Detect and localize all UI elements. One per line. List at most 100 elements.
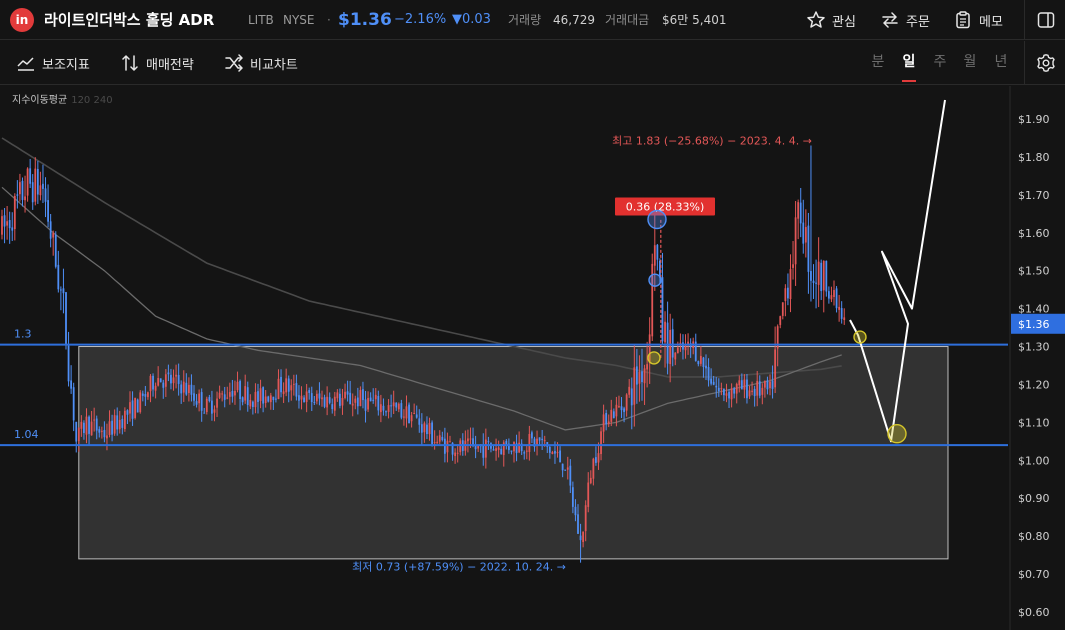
- period-week[interactable]: 주: [930, 51, 950, 75]
- ma-legend: 지수이동평균 120 240: [12, 91, 113, 106]
- candle-body: [118, 419, 121, 430]
- candle-body: [756, 380, 759, 396]
- period-month[interactable]: 월: [960, 51, 980, 75]
- candle-body: [564, 469, 567, 471]
- candle-body: [554, 451, 556, 454]
- candle-body: [111, 420, 113, 435]
- candle-body: [251, 401, 254, 408]
- star-icon: [807, 11, 825, 28]
- ticker-symbol: LITB: [248, 13, 274, 27]
- candle-body: [789, 269, 792, 300]
- candle-body: [187, 384, 190, 393]
- candle-body: [31, 182, 34, 203]
- candle-body: [630, 388, 633, 406]
- candle-body: [83, 422, 85, 433]
- candle-body: [538, 437, 541, 441]
- change-amount: ▼0.03: [452, 12, 491, 27]
- candle-body: [513, 441, 515, 452]
- indicators-button[interactable]: 보조지표: [16, 51, 90, 75]
- candle-body: [623, 408, 625, 412]
- candle-body: [77, 427, 80, 442]
- y-tick-label: $1.00: [1018, 454, 1050, 467]
- candle-body: [277, 378, 280, 400]
- candle-body: [469, 438, 472, 440]
- marked-point: [648, 273, 662, 287]
- candle-body: [126, 410, 129, 415]
- candle-body: [103, 429, 106, 438]
- compare-button[interactable]: 비교차트: [224, 51, 298, 75]
- candle-body: [177, 374, 180, 384]
- chart-canvas[interactable]: 1.3 1.04 0.36 (28.33%) 최고 1.83 (−25.68%) − …: [0, 86, 1065, 630]
- candle-body: [121, 418, 124, 428]
- candle-body: [653, 245, 656, 266]
- indicators-label: 보조지표: [42, 57, 90, 73]
- header-separator: ·: [327, 13, 331, 27]
- candle-body: [579, 535, 582, 541]
- candle-body: [70, 380, 73, 389]
- candle-body: [116, 415, 119, 430]
- candle-body: [497, 447, 500, 450]
- candle-body: [605, 412, 608, 425]
- candle-body: [93, 419, 96, 421]
- candle-body: [682, 342, 684, 350]
- candle-body: [566, 467, 569, 470]
- candle-body: [19, 182, 21, 195]
- candle-body: [341, 397, 344, 406]
- candle-body: [190, 384, 193, 395]
- period-day[interactable]: 일: [899, 51, 919, 75]
- candle-body: [830, 295, 833, 300]
- y-tick-label: $0.70: [1018, 568, 1050, 581]
- candle-body: [661, 277, 664, 342]
- candle-body: [664, 321, 666, 343]
- candle-body: [456, 452, 459, 454]
- candle-body: [751, 390, 753, 392]
- candle-body: [730, 388, 733, 400]
- candle-body: [208, 397, 211, 402]
- candle-body: [400, 403, 403, 418]
- candle-body: [108, 421, 111, 435]
- candle-body: [815, 282, 817, 284]
- candle-body: [75, 421, 78, 442]
- candle-body: [723, 388, 725, 396]
- candle-body: [29, 168, 32, 184]
- strategy-button[interactable]: 매매전략: [120, 51, 194, 75]
- candle-body: [408, 404, 410, 424]
- candle-body: [600, 431, 602, 455]
- candle-body: [228, 392, 231, 397]
- updown-arrows-icon: [122, 55, 138, 71]
- period-year[interactable]: 년: [991, 51, 1011, 75]
- candle-body: [310, 393, 313, 403]
- y-tick-label: $1.60: [1018, 227, 1050, 240]
- candle-body: [62, 288, 65, 294]
- candle-body: [85, 416, 88, 435]
- order-button[interactable]: 주문: [880, 6, 930, 34]
- measure-label: 0.36 (28.33%): [626, 200, 705, 213]
- candle-body: [797, 202, 800, 219]
- ema-240-line: [1, 137, 842, 378]
- side-panel-icon[interactable]: [1036, 10, 1056, 30]
- candle-body: [162, 382, 165, 388]
- candle-body: [326, 396, 329, 408]
- candle-body: [136, 399, 139, 413]
- candle-body: [88, 416, 90, 434]
- candle-body: [799, 202, 802, 224]
- candle-body: [595, 457, 597, 463]
- candle-body: [275, 398, 277, 400]
- candle-body: [484, 439, 487, 458]
- candle-body: [257, 391, 259, 402]
- candle-body: [523, 452, 526, 454]
- candle-body: [182, 381, 185, 393]
- candle-body: [241, 397, 244, 403]
- candle-body: [106, 435, 108, 439]
- candle-body: [254, 391, 257, 408]
- active-period-indicator: [902, 80, 916, 82]
- price-chart[interactable]: 1.3 1.04 0.36 (28.33%) 최고 1.83 (−25.68%) − …: [0, 86, 1065, 630]
- memo-button[interactable]: 메모: [953, 6, 1003, 34]
- candle-body: [587, 482, 590, 507]
- gear-icon[interactable]: [1036, 53, 1056, 73]
- candle-body: [753, 388, 756, 397]
- period-minute[interactable]: 분: [868, 51, 888, 75]
- watchlist-button[interactable]: 관심: [806, 6, 856, 34]
- shuffle-icon: [225, 54, 243, 72]
- candle-body: [810, 271, 812, 281]
